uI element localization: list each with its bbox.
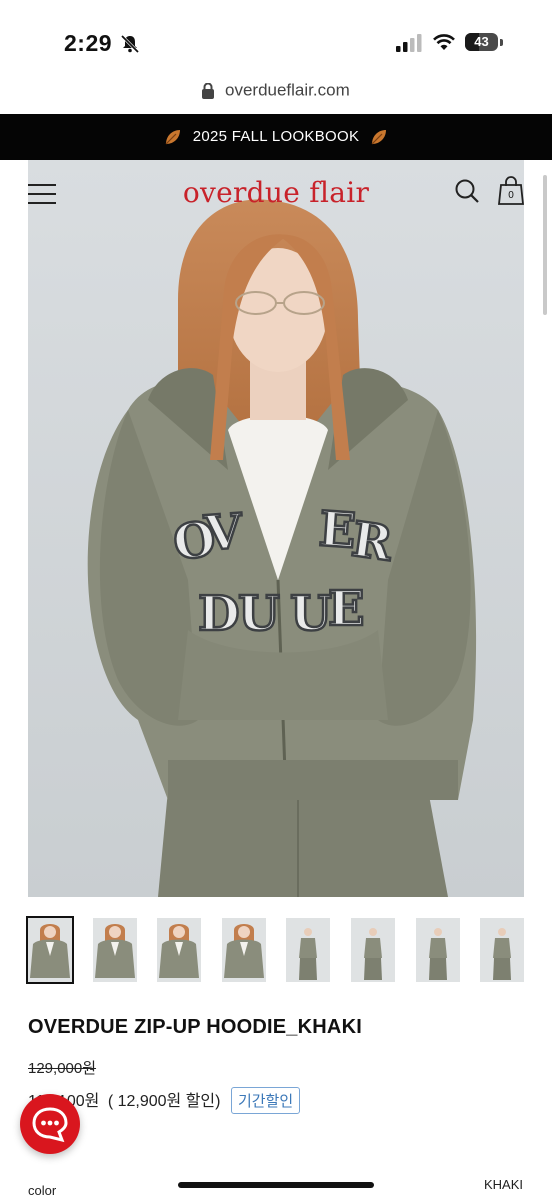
product-thumbnail[interactable] — [93, 918, 137, 982]
bell-muted-icon — [120, 34, 140, 54]
product-thumbnail[interactable] — [416, 918, 460, 982]
product-thumbnail[interactable] — [286, 918, 330, 982]
chat-button[interactable] — [20, 1094, 80, 1154]
discount-amount: ( 12,900원 할인) — [107, 1093, 221, 1110]
svg-text:E: E — [328, 581, 365, 637]
leaf-icon — [371, 130, 386, 145]
product-thumbnail[interactable] — [480, 918, 524, 982]
product-thumbnail[interactable] — [351, 918, 395, 982]
chat-bubble-icon — [32, 1107, 68, 1143]
thumbnail-strip — [26, 916, 524, 984]
period-discount-badge: 기간할인 — [230, 1087, 301, 1114]
promo-text: 2025 FALL LOOKBOOK — [192, 128, 360, 145]
original-price: 129,000원 — [28, 1060, 97, 1077]
battery-indicator: 43 — [465, 33, 503, 53]
product-thumbnail[interactable] — [157, 918, 201, 982]
cart-count: 0 — [508, 190, 514, 201]
lock-icon — [202, 82, 215, 99]
wifi-icon — [433, 34, 455, 50]
cellular-signal-icon — [396, 34, 422, 52]
url-text: overdueflair.com — [225, 80, 350, 100]
product-thumbnail[interactable] — [222, 918, 266, 982]
svg-text:D: D — [198, 586, 240, 642]
option-value[interactable]: KHAKI — [484, 1177, 523, 1192]
promo-banner[interactable]: 2025 FALL LOOKBOOK — [0, 114, 552, 160]
cart-button[interactable]: 0 — [498, 176, 524, 206]
leaf-icon — [165, 130, 181, 145]
status-bar: 2:29 43 — [0, 0, 552, 80]
svg-text:U: U — [238, 586, 280, 642]
home-indicator — [178, 1182, 374, 1188]
product-main-image[interactable]: O V E R D U U E — [28, 160, 524, 897]
status-time: 2:29 — [64, 30, 113, 56]
address-bar[interactable]: overdueflair.com — [0, 80, 552, 114]
scrollbar[interactable] — [543, 175, 547, 315]
svg-text:U: U — [290, 586, 332, 642]
site-header: overdue flair 0 — [28, 160, 524, 226]
product-thumbnail[interactable] — [26, 916, 74, 984]
search-icon[interactable] — [454, 178, 480, 204]
option-label: color — [28, 1183, 57, 1198]
product-title: OVERDUE ZIP-UP HOODIE_KHAKI — [28, 1016, 362, 1038]
svg-text:V: V — [202, 503, 245, 562]
battery-percent: 43 — [474, 34, 489, 49]
brand-logo[interactable]: overdue flair — [28, 176, 524, 209]
